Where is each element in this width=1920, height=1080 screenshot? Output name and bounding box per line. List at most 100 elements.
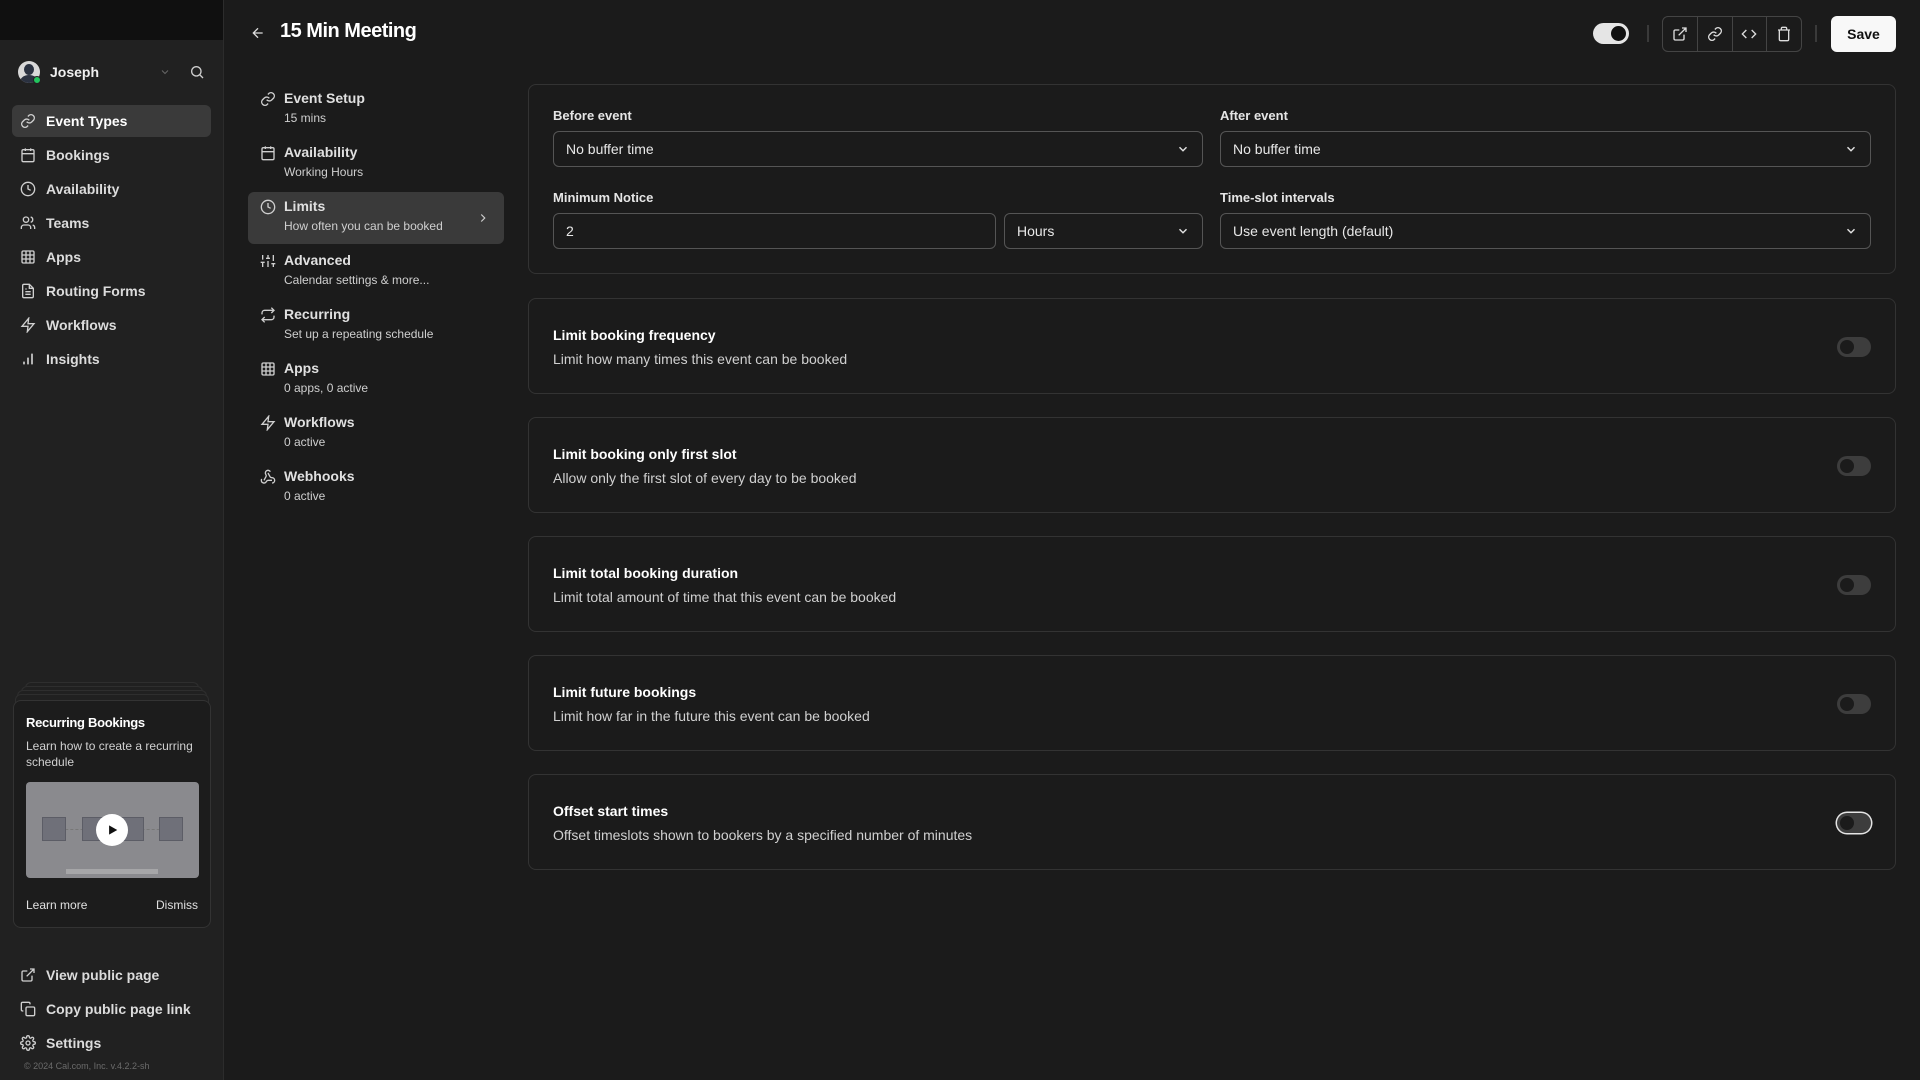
- settings-link[interactable]: Settings: [12, 1026, 211, 1060]
- tab-recurring[interactable]: Recurring Set up a repeating schedule: [248, 300, 504, 352]
- setting-description: Limit how many times this event can be b…: [553, 351, 848, 367]
- user-name: Joseph: [50, 64, 100, 80]
- limit-booking-frequency-card: Limit booking frequency Limit how many t…: [528, 298, 1896, 394]
- setting-description: Offset timeslots shown to bookers by a s…: [553, 827, 973, 843]
- tab-title: Recurring: [284, 306, 351, 322]
- tab-limits[interactable]: Limits How often you can be booked: [248, 192, 504, 244]
- page-header: 15 Min Meeting Save: [224, 0, 1920, 68]
- link-label: View public page: [46, 967, 160, 983]
- sidebar-item-label: Routing Forms: [46, 283, 146, 299]
- select-value: Use event length (default): [1233, 223, 1394, 239]
- sliders-icon: [260, 253, 276, 269]
- after-event-select[interactable]: No buffer time: [1220, 131, 1871, 167]
- link-label: Copy public page link: [46, 1001, 191, 1017]
- sidebar-item-insights[interactable]: Insights: [12, 343, 211, 375]
- online-status-dot: [33, 76, 41, 84]
- clock-icon: [20, 181, 36, 197]
- tab-title: Workflows: [284, 414, 355, 430]
- back-arrow-icon[interactable]: [250, 25, 266, 41]
- copy-public-page-link[interactable]: Copy public page link: [12, 992, 211, 1026]
- gear-icon: [20, 1035, 36, 1051]
- event-actions-group: [1662, 16, 1802, 52]
- minimum-notice-input[interactable]: 2: [553, 213, 996, 249]
- setting-title: Limit booking frequency: [553, 327, 716, 343]
- limit-future-bookings-toggle[interactable]: [1837, 694, 1871, 714]
- chevron-right-icon: [476, 211, 490, 225]
- limit-total-duration-card: Limit total booking duration Limit total…: [528, 536, 1896, 632]
- play-icon[interactable]: [96, 814, 128, 846]
- tab-advanced[interactable]: Advanced Calendar settings & more...: [248, 246, 504, 298]
- tab-subtitle: 0 apps, 0 active: [284, 381, 369, 395]
- calendar-icon: [20, 147, 36, 163]
- promo-description: Learn how to create a recurring schedule: [26, 739, 193, 769]
- tab-subtitle: 0 active: [284, 489, 326, 503]
- before-event-select[interactable]: No buffer time: [553, 131, 1203, 167]
- view-public-page-link[interactable]: View public page: [12, 958, 211, 992]
- learn-more-link[interactable]: Learn more: [26, 898, 87, 912]
- tab-workflows[interactable]: Workflows 0 active: [248, 408, 504, 460]
- before-event-label: Before event: [553, 108, 632, 123]
- tab-title: Limits: [284, 198, 326, 214]
- zap-icon: [20, 317, 36, 333]
- dismiss-button[interactable]: Dismiss: [156, 898, 198, 912]
- time-slot-intervals-label: Time-slot intervals: [1220, 190, 1335, 205]
- sidebar-item-label: Apps: [46, 249, 81, 265]
- preview-button[interactable]: [1663, 17, 1698, 51]
- link-icon: [20, 113, 36, 129]
- copy-link-button[interactable]: [1698, 17, 1733, 51]
- select-value: No buffer time: [1233, 141, 1321, 157]
- limit-booking-frequency-toggle[interactable]: [1837, 337, 1871, 357]
- user-menu[interactable]: Joseph: [18, 58, 205, 86]
- promo-title: Recurring Bookings: [26, 715, 145, 730]
- tab-subtitle: 15 mins: [284, 111, 327, 125]
- grid-icon: [20, 249, 36, 265]
- limit-first-slot-card: Limit booking only first slot Allow only…: [528, 417, 1896, 513]
- file-text-icon: [20, 283, 36, 299]
- sidebar-item-apps[interactable]: Apps: [12, 241, 211, 273]
- calendar-icon: [260, 145, 276, 161]
- link-icon: [1707, 26, 1723, 42]
- chevron-down-icon: [1844, 224, 1858, 238]
- link-icon: [260, 91, 276, 107]
- sidebar-item-label: Teams: [46, 215, 90, 231]
- sidebar-item-availability[interactable]: Availability: [12, 173, 211, 205]
- promo-card-recurring-bookings: Recurring Bookings Learn how to create a…: [13, 700, 211, 928]
- tab-webhooks[interactable]: Webhooks 0 active: [248, 462, 504, 514]
- embed-button[interactable]: [1733, 17, 1768, 51]
- offset-start-times-toggle[interactable]: [1837, 813, 1871, 833]
- sidebar-item-routing-forms[interactable]: Routing Forms: [12, 275, 211, 307]
- sidebar-item-bookings[interactable]: Bookings: [12, 139, 211, 171]
- tab-apps[interactable]: Apps 0 apps, 0 active: [248, 354, 504, 406]
- avatar: [18, 61, 41, 84]
- tab-title: Availability: [284, 144, 358, 160]
- setting-title: Limit future bookings: [553, 684, 697, 700]
- sidebar-item-workflows[interactable]: Workflows: [12, 309, 211, 341]
- webhook-icon: [260, 469, 276, 485]
- save-button[interactable]: Save: [1831, 16, 1896, 52]
- chevron-down-icon[interactable]: [159, 66, 171, 78]
- limit-first-slot-toggle[interactable]: [1837, 456, 1871, 476]
- sidebar-item-teams[interactable]: Teams: [12, 207, 211, 239]
- tab-availability[interactable]: Availability Working Hours: [248, 138, 504, 190]
- input-value: 2: [566, 223, 574, 239]
- tab-event-setup[interactable]: Event Setup 15 mins: [248, 84, 504, 136]
- sidebar-item-event-types[interactable]: Event Types: [12, 105, 211, 137]
- sidebar: Joseph Event Types Bookings Availability…: [0, 0, 224, 1080]
- tab-title: Advanced: [284, 252, 351, 268]
- after-event-label: After event: [1220, 108, 1288, 123]
- promo-video-thumbnail[interactable]: [26, 782, 199, 878]
- setting-description: Limit total amount of time that this eve…: [553, 589, 897, 605]
- trash-icon: [1776, 26, 1792, 42]
- sidebar-top-band: [0, 0, 223, 40]
- setting-title: Limit booking only first slot: [553, 446, 737, 462]
- chevron-down-icon: [1176, 224, 1190, 238]
- time-slot-intervals-select[interactable]: Use event length (default): [1220, 213, 1871, 249]
- users-icon: [20, 215, 36, 231]
- hide-from-profile-toggle[interactable]: [1593, 23, 1629, 44]
- code-icon: [1741, 26, 1757, 42]
- delete-button[interactable]: [1767, 17, 1801, 51]
- search-icon[interactable]: [189, 64, 205, 80]
- minimum-notice-unit-select[interactable]: Hours: [1004, 213, 1203, 249]
- bar-chart-icon: [20, 351, 36, 367]
- limit-total-duration-toggle[interactable]: [1837, 575, 1871, 595]
